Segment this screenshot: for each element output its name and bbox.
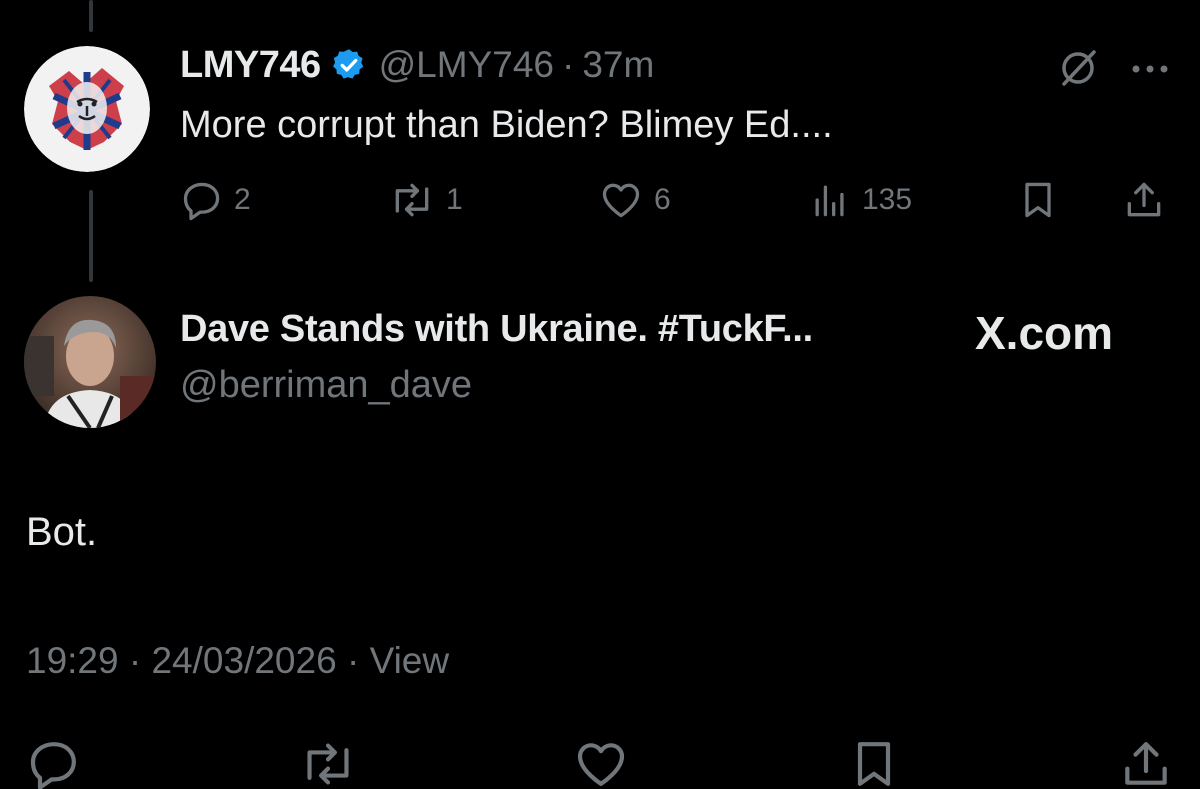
reply-action[interactable]: 2	[180, 176, 251, 224]
repost-icon	[388, 178, 436, 222]
reply-time: 19:29	[26, 640, 119, 681]
thread-line-mid	[89, 190, 93, 282]
heart-icon[interactable]	[572, 736, 630, 789]
share-icon	[1122, 178, 1166, 222]
view-link[interactable]: View	[370, 640, 450, 681]
bookmark-icon	[1016, 178, 1060, 222]
reply-date: 24/03/2026	[151, 640, 337, 681]
share-icon[interactable]	[1118, 736, 1174, 789]
repost-icon[interactable]	[298, 736, 358, 789]
parent-tweet-text: More corrupt than Biden? Blimey Ed....	[180, 104, 833, 146]
views-count: 135	[862, 183, 913, 216]
separator-dot: ·	[562, 44, 575, 85]
reply-icon	[180, 178, 224, 222]
repost-action[interactable]: 1	[388, 176, 463, 224]
parent-top-right-icons	[1056, 46, 1170, 95]
views-action[interactable]: 135	[808, 176, 912, 224]
reply-icon[interactable]	[26, 736, 82, 789]
like-count: 6	[654, 183, 671, 216]
reply-timestamp: 19:29 · 24/03/2026 · View	[26, 640, 449, 682]
reply-avatar[interactable]	[24, 296, 156, 428]
reply-display-name[interactable]: Dave Stands with Ukraine. #TuckF...	[180, 308, 813, 351]
like-action[interactable]: 6	[598, 176, 671, 224]
parent-display-name[interactable]: LMY746	[180, 44, 321, 87]
xcom-watermark: X.com	[975, 307, 1114, 359]
parent-time[interactable]: 37m	[582, 44, 654, 86]
parent-action-bar: 2 1 6 135	[180, 176, 1170, 224]
reply-tweet-text: Bot.	[26, 510, 98, 554]
parent-tweet-header: LMY746 @LMY746 · 37m	[180, 40, 654, 90]
verified-badge-icon	[331, 47, 367, 83]
thread-line-top	[89, 0, 93, 32]
tweet-detail-page: LMY746 @LMY746 · 37m More corrupt than B…	[0, 0, 1200, 789]
reply-count: 2	[234, 183, 251, 216]
repost-count: 1	[446, 183, 463, 216]
share-action[interactable]	[1122, 176, 1166, 224]
separator-dot: ·	[128, 640, 142, 681]
grok-icon[interactable]	[1056, 46, 1100, 95]
parent-avatar[interactable]	[24, 46, 150, 172]
views-icon	[808, 178, 852, 222]
parent-handle[interactable]: @LMY746	[379, 44, 554, 86]
bookmark-icon[interactable]	[846, 736, 902, 789]
reply-handle[interactable]: @berriman_dave	[180, 364, 472, 407]
heart-icon	[598, 178, 644, 222]
separator-dot: ·	[346, 640, 360, 681]
reply-action-bar	[0, 730, 1200, 789]
bookmark-action[interactable]	[1016, 176, 1060, 224]
more-icon[interactable]	[1130, 62, 1170, 80]
